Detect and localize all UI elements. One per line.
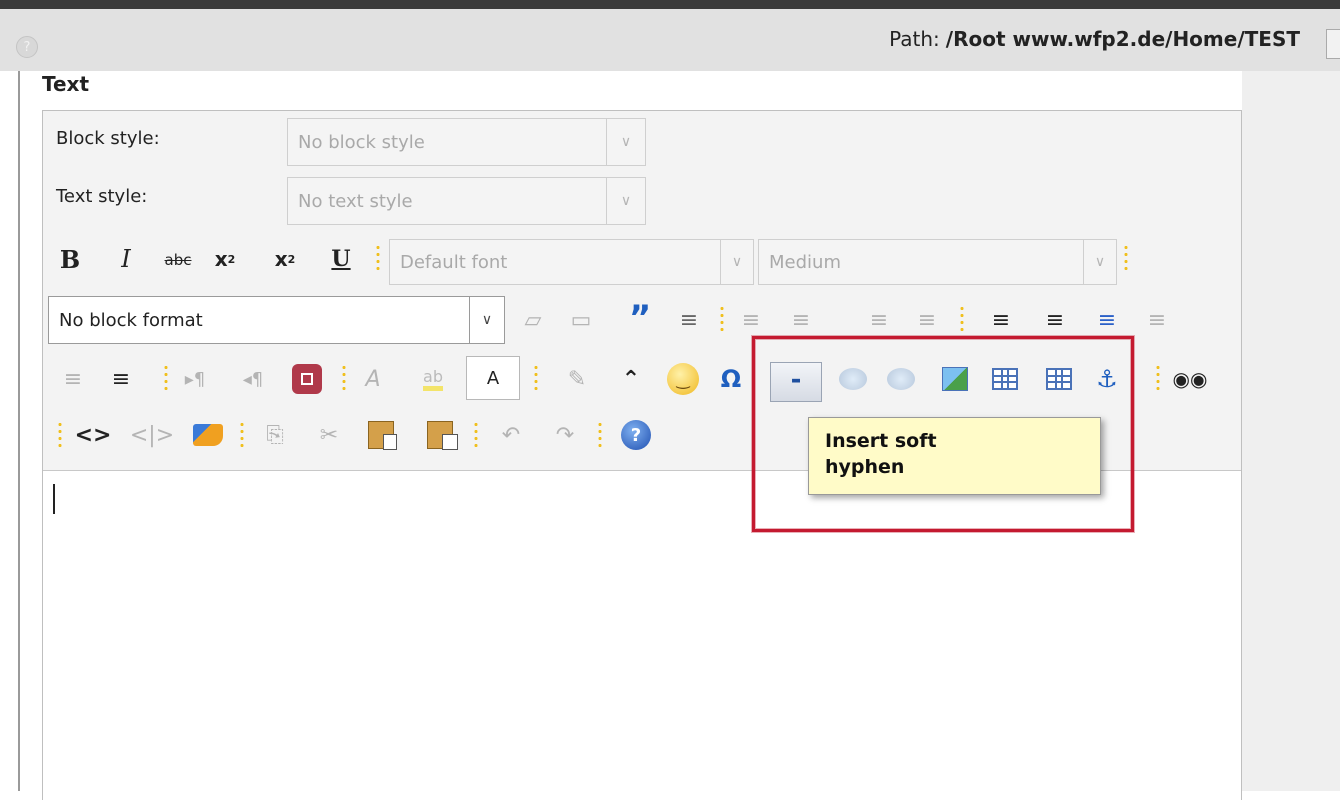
ltr-icon[interactable]: ▸¶ (178, 364, 212, 394)
underline-icon[interactable]: U (330, 243, 352, 275)
blockquote-icon[interactable]: ” (620, 298, 660, 338)
toolbar-separator (240, 421, 244, 451)
text-caret (53, 484, 55, 514)
cut-icon[interactable]: ✂ (312, 418, 346, 452)
pencil-icon[interactable]: ✎ (560, 362, 594, 396)
strikethrough-icon[interactable]: abc (160, 245, 196, 275)
align-left-icon[interactable]: ≡ (734, 303, 768, 337)
subscript-icon[interactable]: x2 (208, 243, 242, 275)
align-full-icon[interactable]: ≡ (910, 303, 944, 337)
copy-icon[interactable]: ⎘ (258, 418, 292, 452)
info-icon[interactable]: ? (16, 36, 38, 58)
block-style-select[interactable]: No block style (287, 118, 607, 166)
italic-icon[interactable]: I (114, 243, 138, 275)
source-code-icon[interactable]: <> (75, 418, 112, 452)
right-panel (1242, 71, 1340, 791)
toolbar-separator (960, 305, 964, 335)
numbered-list-icon[interactable]: ≡ (984, 303, 1018, 337)
chevron-down-icon[interactable]: ∨ (720, 239, 754, 285)
toolbar-separator (598, 421, 602, 451)
align-right-icon[interactable]: ≡ (862, 303, 896, 337)
path-box[interactable] (1326, 29, 1340, 59)
redo-icon[interactable]: ↷ (548, 418, 582, 452)
comment-icon[interactable]: ▭ (564, 303, 598, 337)
rtl-icon[interactable]: ◂¶ (236, 364, 270, 394)
find-icon[interactable]: ◉◉ (1170, 362, 1210, 396)
paste-icon[interactable] (364, 418, 398, 452)
path-label: Path: (889, 27, 940, 51)
size-select[interactable]: Medium (758, 239, 1084, 285)
toolbar-separator (342, 364, 346, 394)
chevron-down-icon[interactable]: ∨ (606, 177, 646, 225)
chevron-down-icon[interactable]: ∨ (469, 296, 505, 344)
text-style-label: Text style: (56, 186, 148, 207)
smiley-icon[interactable]: ‿ (664, 360, 702, 398)
toolbar-separator (164, 364, 168, 394)
block-format-select[interactable]: No block format (48, 296, 470, 344)
paste-word-icon[interactable] (420, 418, 460, 452)
font-select[interactable]: Default font (389, 239, 721, 285)
section-title: Text (42, 72, 90, 96)
toolbar-separator (1156, 364, 1160, 394)
chevron-down-icon[interactable]: ∨ (606, 118, 646, 166)
help-icon[interactable]: ? (618, 417, 654, 453)
outdent-icon[interactable]: ≡ (1140, 303, 1174, 337)
omega-icon[interactable]: Ω (714, 362, 748, 396)
chevrons-icon[interactable]: ⌃ (614, 362, 648, 396)
toolbar-separator (720, 305, 724, 335)
path-display: Path:/Root www.wfp2.de/Home/TEST (889, 27, 1300, 51)
html-tags-icon[interactable]: <|> (130, 418, 174, 452)
block-style-label: Block style: (56, 128, 160, 149)
window-top-border (0, 0, 1340, 9)
indent-icon[interactable]: ≡ (1090, 303, 1124, 337)
text-style-select[interactable]: No text style (287, 177, 607, 225)
insert-div-icon[interactable]: ▱ (516, 303, 550, 337)
bold-icon[interactable]: B (56, 243, 84, 275)
path-value: /Root www.wfp2.de/Home/TEST (945, 27, 1300, 51)
left-border (18, 71, 20, 791)
undo-icon[interactable]: ↶ (494, 418, 528, 452)
toolbar-separator (474, 421, 478, 451)
remove-format-icon[interactable]: A (356, 362, 390, 396)
increase-indent-icon[interactable]: ≡ (104, 362, 138, 396)
toolbar-separator (58, 421, 62, 451)
align-center-icon[interactable]: ≡ (784, 303, 818, 337)
toolbar-separator (534, 364, 538, 394)
justify-icon[interactable]: ≡ (672, 303, 706, 337)
font-color-icon[interactable]: A (466, 356, 520, 400)
highlight-box (752, 336, 1134, 532)
decrease-indent-icon[interactable]: ≡ (56, 362, 90, 396)
text-highlight-icon[interactable]: ab (412, 362, 454, 396)
show-blocks-icon[interactable] (290, 362, 324, 396)
chevron-down-icon[interactable]: ∨ (1083, 239, 1117, 285)
superscript-icon[interactable]: x2 (268, 243, 302, 275)
toolbar-separator (1124, 244, 1128, 274)
cleanup-broom-icon[interactable] (188, 418, 228, 452)
bullet-list-icon[interactable]: ≡ (1038, 303, 1072, 337)
toolbar-separator (376, 244, 380, 274)
